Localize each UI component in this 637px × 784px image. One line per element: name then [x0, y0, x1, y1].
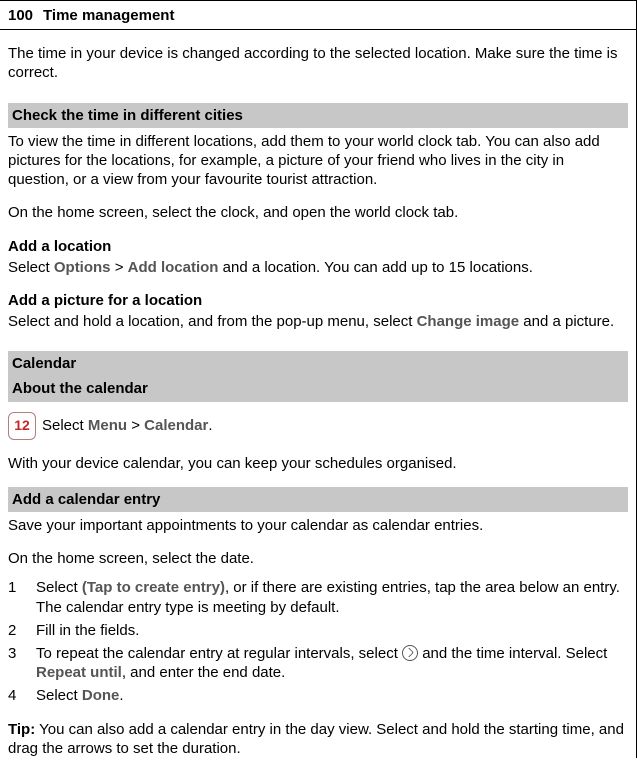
add-location-heading: Add a location: [8, 237, 628, 256]
calendar-icon: 12: [8, 412, 36, 440]
repeat-icon: [402, 645, 418, 661]
ui-label-done: Done: [82, 687, 120, 704]
page-header: 100 Time management: [0, 1, 636, 30]
chapter-title: Time management: [43, 6, 174, 25]
section-calendar: Calendar: [8, 351, 628, 376]
section-check-cities: Check the time in different cities: [8, 103, 628, 128]
text-fragment: Select: [8, 259, 54, 276]
calendar-description: With your device calendar, you can keep …: [8, 454, 628, 473]
ui-label-options: Options: [54, 259, 111, 276]
entry-steps: Select (Tap to create entry), or if ther…: [8, 578, 628, 705]
text-fragment: Select: [42, 417, 88, 434]
section-add-entry: Add a calendar entry: [8, 487, 628, 512]
section-about-calendar: About the calendar: [8, 376, 628, 401]
check-cities-p1: To view the time in different locations,…: [8, 132, 628, 190]
step-2: Fill in the fields.: [8, 621, 628, 640]
text-fragment: , and enter the end date.: [122, 664, 285, 681]
calendar-launch-row: 12 Select Menu > Calendar.: [8, 412, 628, 440]
add-location-text: Select Options > Add location and a loca…: [8, 258, 628, 277]
entry-p1: Save your important appointments to your…: [8, 516, 628, 535]
intro-paragraph: The time in your device is changed accor…: [8, 44, 628, 82]
ui-label-tap-create: (Tap to create entry): [82, 579, 225, 596]
text-fragment: >: [127, 417, 144, 434]
text-fragment: To repeat the calendar entry at regular …: [36, 645, 402, 662]
step-3: To repeat the calendar entry at regular …: [8, 644, 628, 682]
text-fragment: >: [111, 259, 128, 276]
entry-tip: Tip: You can also add a calendar entry i…: [8, 720, 628, 758]
text-fragment: and a location. You can add up to 15 loc…: [218, 259, 532, 276]
text-fragment: Select: [36, 687, 82, 704]
tip-label: Tip:: [8, 721, 35, 738]
ui-label-add-location: Add location: [128, 259, 219, 276]
text-fragment: Select: [36, 579, 82, 596]
add-picture-heading: Add a picture for a location: [8, 291, 628, 310]
text-fragment: .: [208, 417, 212, 434]
ui-label-repeat-until: Repeat until: [36, 664, 122, 681]
ui-label-calendar: Calendar: [144, 417, 208, 434]
entry-p2: On the home screen, select the date.: [8, 549, 628, 568]
calendar-icon-text: 12: [14, 417, 30, 435]
step-4: Select Done.: [8, 686, 628, 705]
ui-label-menu: Menu: [88, 417, 127, 434]
add-picture-text: Select and hold a location, and from the…: [8, 312, 628, 331]
calendar-launch-text: Select Menu > Calendar.: [42, 416, 213, 435]
tip-text: You can also add a calendar entry in the…: [8, 721, 624, 757]
ui-label-change-image: Change image: [417, 313, 520, 330]
text-fragment: and a picture.: [519, 313, 614, 330]
text-fragment: and the time interval. Select: [418, 645, 607, 662]
text-fragment: Select and hold a location, and from the…: [8, 313, 417, 330]
text-fragment: .: [119, 687, 123, 704]
check-cities-p2: On the home screen, select the clock, an…: [8, 203, 628, 222]
page-number: 100: [8, 6, 33, 25]
step-1: Select (Tap to create entry), or if ther…: [8, 578, 628, 616]
